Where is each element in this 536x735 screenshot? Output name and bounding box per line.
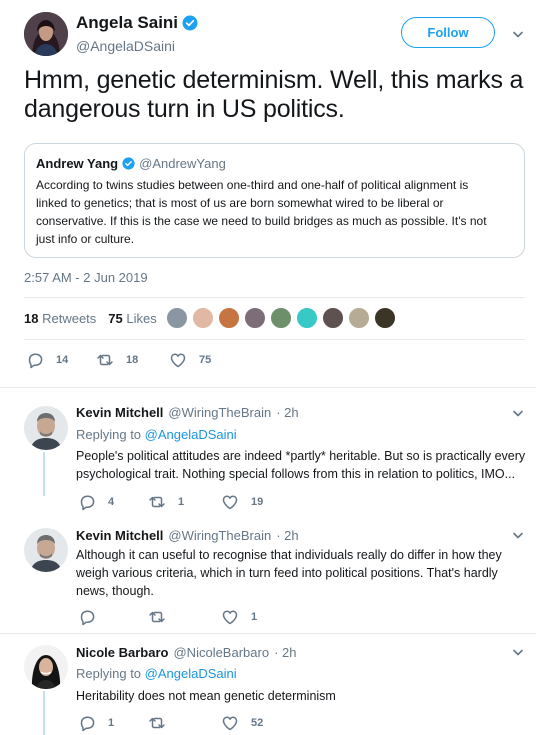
author-avatar[interactable] [24,12,68,56]
replying-to-handle[interactable]: @AngelaDSaini [145,427,237,442]
like-count: 75 [199,354,212,366]
liker-avatar[interactable] [348,307,370,329]
thread-line [43,691,45,735]
like-icon [222,716,238,731]
reply-menu-chevron-down-icon[interactable] [511,528,525,542]
retweet-icon [149,717,165,729]
verified-badge-icon [182,15,199,31]
retweets-count: 18 [24,311,39,326]
author-handle[interactable]: @AngelaDSaini [76,38,175,54]
liker-avatar[interactable] [166,307,188,329]
author-name-text[interactable]: Angela Saini [76,13,178,33]
like-action[interactable]: 75 [169,351,211,369]
reply-icon [28,353,43,369]
reply-avatar[interactable] [24,528,68,572]
like-count: 1 [251,611,258,623]
reply-action[interactable]: 1 [78,714,114,732]
reply-count: 1 [108,717,115,729]
thread-line [43,452,45,496]
like-action[interactable]: 1 [221,608,257,626]
retweet-action[interactable]: 18 [96,351,138,369]
reply-header: Kevin Mitchell @WiringTheBrain · 2h [76,405,299,420]
liker-avatar[interactable] [270,307,292,329]
like-action[interactable]: 52 [221,714,263,732]
replying-to-label: Replying to [76,427,142,442]
reply-icon [80,716,95,732]
reply-time[interactable]: · 2h [274,645,296,660]
reply-text: People's political attitudes are indeed … [76,449,526,481]
likes-count: 75 [108,311,123,326]
reply-author-name[interactable]: Nicole Barbaro [76,645,168,660]
retweet-icon [149,496,165,508]
tweet-text: Hmm, genetic determinism. Well, this mar… [24,66,524,123]
liker-avatar[interactable] [374,307,396,329]
replying-to-label: Replying to [76,666,142,681]
liker-avatar[interactable] [322,307,344,329]
reply-text: Heritability does not mean genetic deter… [76,689,336,703]
quoted-author-name[interactable]: Andrew Yang [36,156,118,171]
divider [24,339,525,340]
reply-avatar[interactable] [24,406,68,450]
reply-action[interactable] [78,608,108,626]
like-icon [222,495,238,510]
like-icon [170,353,186,368]
reply-header: Kevin Mitchell @WiringTheBrain · 2h [76,528,299,543]
section-divider [0,633,536,634]
liker-avatar[interactable] [192,307,214,329]
tweet-stats: 18 Retweets 75 Likes [24,311,157,326]
retweets-stat[interactable]: 18 Retweets [24,311,96,326]
reply-header: Nicole Barbaro @NicoleBarbaro · 2h [76,645,296,660]
reply-menu-chevron-down-icon[interactable] [511,645,525,659]
reply-author-name[interactable]: Kevin Mitchell [76,528,163,543]
replying-to-handle[interactable]: @AngelaDSaini [145,666,237,681]
verified-badge-icon [122,157,136,170]
retweet-action[interactable]: 1 [148,493,184,511]
reply-action[interactable]: 4 [78,493,114,511]
reply-author-handle[interactable]: @NicoleBarbaro [173,645,269,660]
reply-action[interactable]: 14 [26,351,68,369]
tweet-timestamp[interactable]: 2:57 AM - 2 Jun 2019 [24,270,148,285]
retweet-action[interactable] [148,608,178,626]
replying-to: Replying to @AngelaDSaini [76,666,237,681]
retweet-count: 1 [178,496,185,508]
like-icon [222,610,238,625]
section-divider [0,387,536,388]
liker-avatars [166,307,396,329]
retweet-count: 18 [126,354,139,366]
reply-menu-chevron-down-icon[interactable] [511,406,525,420]
retweet-icon [97,354,113,366]
quoted-author-handle[interactable]: @AndrewYang [139,156,226,171]
retweet-icon [149,611,165,623]
replying-to: Replying to @AngelaDSaini [76,427,237,442]
follow-button[interactable]: Follow [401,17,495,48]
reply-count: 4 [108,496,115,508]
reply-icon [80,495,95,511]
liker-avatar[interactable] [218,307,240,329]
reply-avatar[interactable] [24,645,68,689]
retweet-action[interactable] [148,714,178,732]
reply-count: 14 [56,354,69,366]
reply-time[interactable]: · 2h [276,528,298,543]
reply-author-name[interactable]: Kevin Mitchell [76,405,163,420]
reply-text: Although it can useful to recognise that… [76,548,502,598]
quoted-tweet-text: According to twins studies between one-t… [36,178,487,246]
likes-label: Likes [126,311,157,326]
liker-avatar[interactable] [244,307,266,329]
tweet-menu-chevron-down-icon[interactable] [511,27,525,41]
liker-avatar[interactable] [296,307,318,329]
quoted-tweet-header: Andrew Yang @AndrewYang [36,156,226,171]
like-action[interactable]: 19 [221,493,263,511]
reply-author-handle[interactable]: @WiringTheBrain [168,405,271,420]
reply-time[interactable]: · 2h [276,405,298,420]
reply-icon [80,610,95,626]
like-count: 52 [251,717,264,729]
divider [24,297,525,298]
retweets-label: Retweets [42,311,97,326]
likes-stat[interactable]: 75 Likes [108,311,156,326]
reply-author-handle[interactable]: @WiringTheBrain [168,528,271,543]
like-count: 19 [251,496,264,508]
author-name[interactable]: Angela Saini [76,13,199,33]
